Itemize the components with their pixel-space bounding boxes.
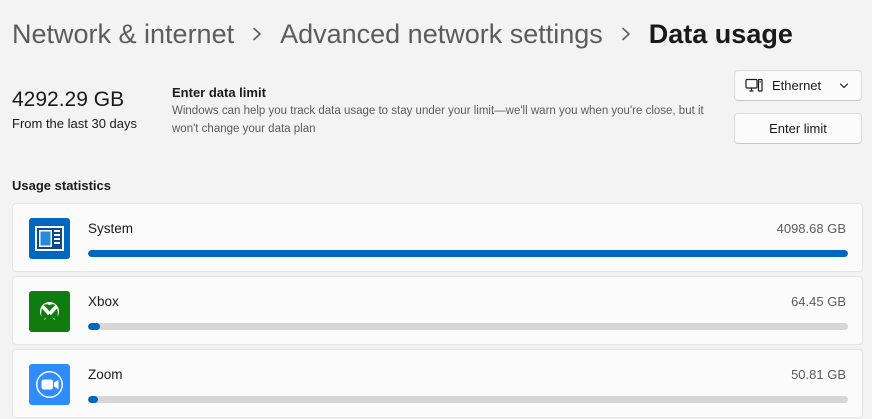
app-usage-amount: 4098.68 GB bbox=[776, 221, 846, 236]
app-usage-amount: 64.45 GB bbox=[791, 294, 846, 309]
app-name: System bbox=[88, 221, 134, 236]
usage-bar-fill bbox=[88, 396, 98, 403]
usage-statistics-title: Usage statistics bbox=[12, 178, 111, 193]
usage-row-system: System 4098.68 GB bbox=[12, 203, 863, 272]
data-limit-title: Enter data limit bbox=[172, 85, 266, 100]
usage-bar bbox=[88, 323, 848, 330]
app-name: Zoom bbox=[88, 367, 123, 382]
total-usage-period: From the last 30 days bbox=[12, 116, 137, 131]
usage-bar-fill bbox=[88, 250, 848, 257]
total-usage-value: 4292.29 GB bbox=[12, 88, 125, 111]
chevron-down-icon bbox=[839, 82, 849, 90]
desktop-pc-icon bbox=[745, 78, 763, 94]
usage-bar-fill bbox=[88, 323, 100, 330]
windows-system-icon bbox=[29, 218, 70, 259]
usage-row-xbox: Xbox 64.45 GB bbox=[12, 276, 863, 345]
zoom-icon bbox=[29, 364, 70, 405]
chevron-right-icon bbox=[234, 14, 280, 54]
app-usage-amount: 50.81 GB bbox=[791, 367, 846, 382]
app-name: Xbox bbox=[88, 294, 119, 309]
usage-bar bbox=[88, 250, 848, 257]
data-limit-description: Windows can help you track data usage to… bbox=[172, 105, 704, 135]
usage-row-zoom: Zoom 50.81 GB bbox=[12, 349, 863, 418]
xbox-icon bbox=[29, 291, 70, 332]
network-adapter-dropdown[interactable]: Ethernet bbox=[734, 70, 862, 101]
breadcrumb-network-internet[interactable]: Network & internet bbox=[12, 19, 234, 50]
page-title: Data usage bbox=[648, 18, 793, 49]
breadcrumb: Network & internet Advanced network sett… bbox=[12, 14, 793, 54]
chevron-right-icon bbox=[603, 14, 649, 54]
network-adapter-selected: Ethernet bbox=[772, 78, 822, 93]
usage-bar bbox=[88, 396, 848, 403]
enter-limit-button[interactable]: Enter limit bbox=[734, 113, 862, 144]
breadcrumb-advanced-network-settings[interactable]: Advanced network settings bbox=[280, 19, 603, 50]
